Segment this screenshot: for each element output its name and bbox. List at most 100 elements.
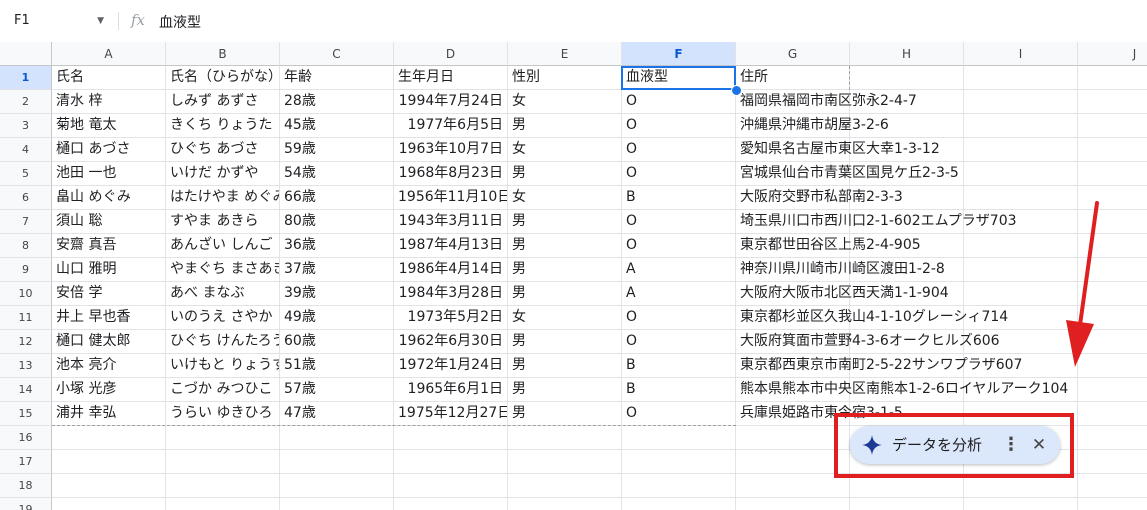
- cell-g5[interactable]: 宮城県仙台市青葉区国見ケ丘2-3-5: [736, 162, 959, 186]
- column-header-g[interactable]: G: [736, 42, 850, 66]
- cell-h18[interactable]: [850, 474, 964, 498]
- cell-f13[interactable]: B: [622, 354, 736, 378]
- cell-a11[interactable]: 井上 早也香: [52, 306, 166, 330]
- cell-b14[interactable]: こづか みつひこ: [166, 378, 280, 402]
- cell-h1[interactable]: [850, 66, 964, 90]
- column-header-f[interactable]: F: [622, 42, 736, 66]
- cell-e7[interactable]: 男: [508, 210, 622, 234]
- row-header-6[interactable]: 6: [0, 186, 52, 210]
- cell-c9[interactable]: 37歳: [280, 258, 394, 282]
- row-header-7[interactable]: 7: [0, 210, 52, 234]
- analyze-data-chip[interactable]: データを分析 ⋮ ✕: [850, 426, 1060, 464]
- cell-b10[interactable]: あべ まなぶ: [166, 282, 280, 306]
- cell-d6[interactable]: 1956年11月10日: [394, 186, 508, 210]
- cell-c15[interactable]: 47歳: [280, 402, 394, 426]
- cell-f15[interactable]: O: [622, 402, 736, 426]
- cell-a7[interactable]: 須山 聡: [52, 210, 166, 234]
- cell-b17[interactable]: [166, 450, 280, 474]
- name-box[interactable]: F1 ▼: [4, 6, 108, 36]
- cell-a14[interactable]: 小塚 光彦: [52, 378, 166, 402]
- cell-j16[interactable]: [1078, 426, 1147, 450]
- cell-j4[interactable]: [1078, 138, 1147, 162]
- cell-c10[interactable]: 39歳: [280, 282, 394, 306]
- cell-a10[interactable]: 安倍 学: [52, 282, 166, 306]
- cell-f9[interactable]: A: [622, 258, 736, 282]
- cell-d3[interactable]: 1977年6月5日: [394, 114, 508, 138]
- cell-c11[interactable]: 49歳: [280, 306, 394, 330]
- row-header-17[interactable]: 17: [0, 450, 52, 474]
- row-header-4[interactable]: 4: [0, 138, 52, 162]
- cell-b3[interactable]: きくち りょうた: [166, 114, 280, 138]
- cell-g10[interactable]: 大阪府大阪市北区西天満1-1-904: [736, 282, 949, 306]
- cell-c14[interactable]: 57歳: [280, 378, 394, 402]
- cell-a19[interactable]: [52, 498, 166, 510]
- cell-i3[interactable]: [964, 114, 1078, 138]
- cell-j5[interactable]: [1078, 162, 1147, 186]
- row-header-1[interactable]: 1: [0, 66, 52, 90]
- cell-e5[interactable]: 男: [508, 162, 622, 186]
- cell-d2[interactable]: 1994年7月24日: [394, 90, 508, 114]
- cell-e16[interactable]: [508, 426, 622, 450]
- more-options-icon[interactable]: ⋮: [998, 432, 1024, 458]
- cell-f10[interactable]: A: [622, 282, 736, 306]
- cell-d9[interactable]: 1986年4月14日: [394, 258, 508, 282]
- cell-c12[interactable]: 60歳: [280, 330, 394, 354]
- fill-handle[interactable]: [731, 85, 742, 96]
- cell-e10[interactable]: 男: [508, 282, 622, 306]
- cell-b16[interactable]: [166, 426, 280, 450]
- cell-c7[interactable]: 80歳: [280, 210, 394, 234]
- cell-g15[interactable]: 兵庫県姫路市東今宿3-1-5: [736, 402, 903, 426]
- cell-e18[interactable]: [508, 474, 622, 498]
- cell-f19[interactable]: [622, 498, 736, 510]
- cell-c16[interactable]: [280, 426, 394, 450]
- cell-d19[interactable]: [394, 498, 508, 510]
- row-header-15[interactable]: 15: [0, 402, 52, 426]
- cell-a1[interactable]: 氏名: [52, 66, 166, 90]
- row-header-14[interactable]: 14: [0, 378, 52, 402]
- cell-j18[interactable]: [1078, 474, 1147, 498]
- cell-f8[interactable]: O: [622, 234, 736, 258]
- cell-b8[interactable]: あんざい しんご: [166, 234, 280, 258]
- cell-c5[interactable]: 54歳: [280, 162, 394, 186]
- cell-g4[interactable]: 愛知県名古屋市東区大幸1-3-12: [736, 138, 940, 162]
- close-icon[interactable]: ✕: [1026, 432, 1052, 458]
- cell-i18[interactable]: [964, 474, 1078, 498]
- cell-c18[interactable]: [280, 474, 394, 498]
- cell-j15[interactable]: [1078, 402, 1147, 426]
- cell-i4[interactable]: [964, 138, 1078, 162]
- cell-c2[interactable]: 28歳: [280, 90, 394, 114]
- cell-f3[interactable]: O: [622, 114, 736, 138]
- cell-a16[interactable]: [52, 426, 166, 450]
- cell-g8[interactable]: 東京都世田谷区上馬2-4-905: [736, 234, 921, 258]
- cell-i19[interactable]: [964, 498, 1078, 510]
- cell-f18[interactable]: [622, 474, 736, 498]
- cell-d10[interactable]: 1984年3月28日: [394, 282, 508, 306]
- cell-e3[interactable]: 男: [508, 114, 622, 138]
- column-header-h[interactable]: H: [850, 42, 964, 66]
- cell-g17[interactable]: [736, 450, 850, 474]
- cell-a8[interactable]: 安齋 真吾: [52, 234, 166, 258]
- cell-a3[interactable]: 菊地 竜太: [52, 114, 166, 138]
- cell-e11[interactable]: 女: [508, 306, 622, 330]
- cell-g11[interactable]: 東京都杉並区久我山4-1-10グレーシィ714: [736, 306, 1008, 330]
- cell-b12[interactable]: ひぐち けんたろう: [166, 330, 280, 354]
- cell-g14[interactable]: 熊本県熊本市中央区南熊本1-2-6ロイヤルアーク104: [736, 378, 1068, 402]
- row-header-9[interactable]: 9: [0, 258, 52, 282]
- cell-b9[interactable]: やまぐち まさあき: [166, 258, 280, 282]
- cell-e14[interactable]: 男: [508, 378, 622, 402]
- cell-f11[interactable]: O: [622, 306, 736, 330]
- row-header-19[interactable]: 19: [0, 498, 52, 510]
- cell-f5[interactable]: O: [622, 162, 736, 186]
- cell-e4[interactable]: 女: [508, 138, 622, 162]
- row-header-16[interactable]: 16: [0, 426, 52, 450]
- cell-d17[interactable]: [394, 450, 508, 474]
- cell-b4[interactable]: ひぐち あづさ: [166, 138, 280, 162]
- cell-b5[interactable]: いけだ かずや: [166, 162, 280, 186]
- cell-g7[interactable]: 埼玉県川口市西川口2-1-602エムプラザ703: [736, 210, 1017, 234]
- cell-c8[interactable]: 36歳: [280, 234, 394, 258]
- cell-g19[interactable]: [736, 498, 850, 510]
- cell-a15[interactable]: 浦井 幸弘: [52, 402, 166, 426]
- cell-b1[interactable]: 氏名（ひらがな）: [166, 66, 280, 90]
- row-header-13[interactable]: 13: [0, 354, 52, 378]
- cell-f2[interactable]: O: [622, 90, 736, 114]
